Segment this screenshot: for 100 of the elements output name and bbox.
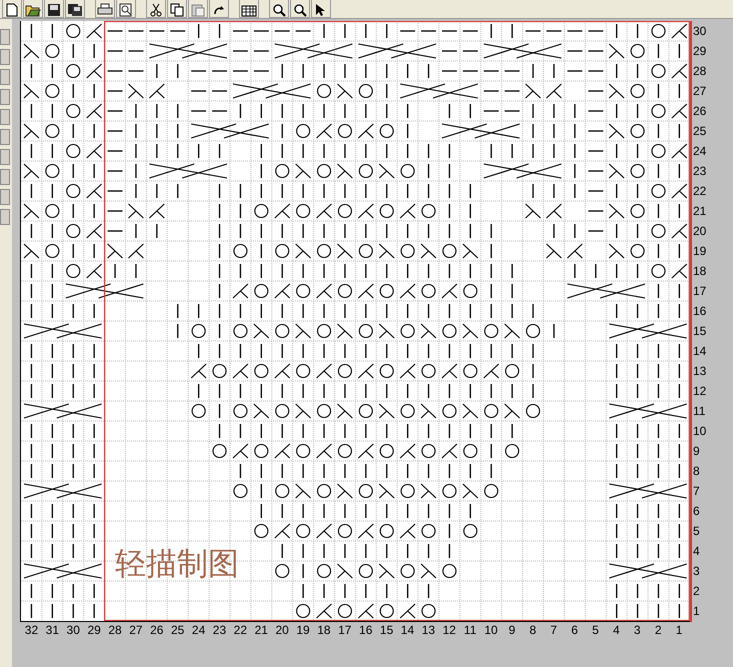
row-number: 30 [692, 23, 706, 40]
clipboard-icon [191, 3, 205, 17]
toolbar-button[interactable] [146, 0, 166, 18]
row-number: 16 [692, 303, 706, 320]
toolbar-button[interactable] [209, 0, 229, 18]
decrease-symbol [23, 163, 40, 179]
decrease-symbol [316, 283, 332, 299]
yarn-over-symbol [233, 244, 248, 258]
decrease-symbol [23, 243, 40, 259]
yarn-over-symbol [463, 524, 478, 538]
floppy-disks-icon [67, 3, 83, 17]
toolbar-button[interactable] [95, 0, 115, 18]
decrease-symbol [316, 523, 332, 539]
decrease-symbol [358, 523, 374, 539]
yarn-over-symbol [192, 404, 206, 418]
yarn-over-symbol [651, 64, 666, 78]
toolbar-button[interactable] [167, 0, 187, 18]
yarn-over-symbol [254, 444, 268, 458]
toolbar-button[interactable] [116, 0, 136, 18]
toolbar-button[interactable] [2, 0, 22, 18]
toolbar-button[interactable] [65, 0, 85, 18]
column-number: 29 [86, 622, 102, 638]
yarn-over-symbol [233, 484, 248, 498]
column-number: 1 [674, 622, 684, 638]
decrease-symbol [86, 63, 102, 79]
decrease-symbol [316, 603, 332, 619]
yarn-over-symbol [192, 324, 206, 338]
yarn-over-symbol [505, 364, 520, 378]
yarn-over-symbol [380, 284, 394, 298]
row-number: 9 [692, 443, 701, 460]
column-number: 16 [358, 622, 374, 638]
decrease-symbol [525, 83, 542, 99]
decrease-symbol [608, 163, 625, 179]
toolbar-button[interactable] [44, 0, 64, 18]
yarn-over-symbol [275, 164, 290, 178]
yarn-over-symbol [233, 404, 248, 418]
decrease-symbol [608, 43, 625, 59]
column-number: 15 [378, 622, 394, 638]
column-number: 25 [170, 622, 186, 638]
yarn-over-symbol [484, 484, 498, 498]
scissors-icon [150, 3, 162, 17]
column-number: 27 [128, 622, 144, 638]
yarn-over-symbol [442, 404, 456, 418]
column-number: 24 [190, 622, 206, 638]
yarn-over-symbol [630, 124, 645, 138]
yarn-over-symbol [400, 404, 415, 418]
decrease-symbol [400, 283, 416, 299]
column-number: 23 [212, 622, 228, 638]
row-number: 27 [692, 83, 706, 100]
page-icon [6, 3, 18, 17]
yarn-over-symbol [630, 44, 645, 58]
yarn-over-symbol [358, 244, 373, 258]
decrease-symbol [274, 363, 290, 379]
yarn-over-symbol [526, 404, 540, 418]
column-number: 10 [483, 622, 499, 638]
decrease-symbol [358, 203, 374, 219]
yarn-over-symbol [338, 524, 352, 538]
decrease-symbol [671, 263, 688, 279]
yarn-over-symbol [317, 484, 332, 498]
decrease-symbol [86, 143, 102, 159]
decrease-symbol [400, 203, 416, 219]
decrease-symbol [336, 403, 353, 419]
yarn-over-symbol [275, 324, 290, 338]
yarn-over-symbol [400, 564, 415, 578]
column-number: 11 [462, 622, 478, 638]
toolbar-button[interactable] [239, 0, 259, 18]
decrease-symbol [274, 203, 290, 219]
yarn-over-symbol [422, 524, 436, 538]
yarn-over-symbol [275, 404, 290, 418]
row-number: 28 [692, 63, 706, 80]
yarn-over-symbol [442, 564, 456, 578]
row-number: 13 [692, 363, 706, 380]
row-number: 21 [692, 203, 706, 220]
decrease-symbol [295, 243, 312, 259]
yarn-over-symbol [358, 404, 373, 418]
decrease-symbol [148, 203, 165, 219]
column-number: 8 [528, 622, 538, 638]
decrease-symbol [336, 83, 353, 99]
toolbar-button[interactable] [269, 0, 289, 18]
toolbar-button[interactable] [290, 0, 310, 18]
yarn-over-symbol [358, 84, 373, 98]
yarn-over-symbol [463, 284, 478, 298]
row-number: 1 [692, 603, 701, 620]
row-number: 10 [692, 423, 706, 440]
decrease-symbol [671, 143, 688, 159]
decrease-symbol [462, 403, 478, 419]
decrease-symbol [86, 263, 102, 279]
yarn-over-symbol [400, 484, 415, 498]
row-number: 8 [692, 463, 701, 480]
toolbar-button[interactable] [23, 0, 43, 18]
yarn-over-symbol [254, 284, 268, 298]
column-number: 13 [420, 622, 436, 638]
copy-icon [170, 3, 184, 17]
yarn-over-symbol [422, 444, 436, 458]
toolbar-button[interactable] [311, 0, 331, 18]
decrease-symbol [336, 323, 353, 339]
row-number: 5 [692, 523, 701, 540]
column-number: 3 [632, 622, 642, 638]
decrease-symbol [358, 603, 374, 619]
column-number: 17 [337, 622, 352, 638]
